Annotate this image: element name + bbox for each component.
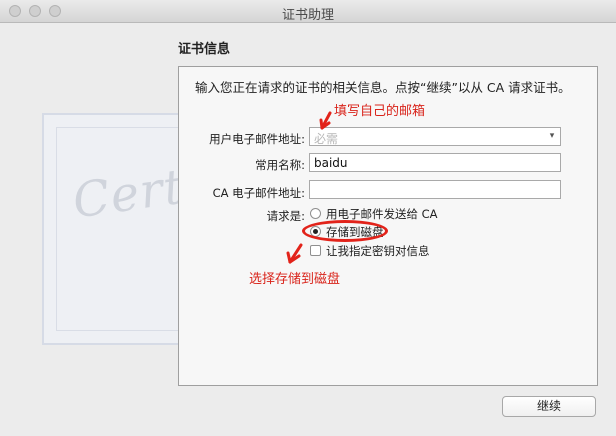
annotation-fill-email: 填写自己的邮箱 (334, 104, 426, 119)
intro-text: 输入您正在请求的证书的相关信息。点按“继续”以从 CA 请求证书。 (195, 80, 571, 95)
title-bar: 证书助理 (0, 0, 616, 23)
window-title: 证书助理 (281, 8, 334, 23)
chevron-down-icon[interactable]: ▾ (544, 128, 560, 145)
email-placeholder: 必需 (314, 132, 339, 146)
ca-email-field[interactable] (309, 180, 561, 199)
common-name-label: 常用名称: (255, 158, 305, 172)
highlight-oval (302, 220, 388, 242)
section-title: 证书信息 (178, 42, 231, 57)
checkbox-keypair[interactable] (310, 245, 321, 256)
ca-email-label: CA 电子邮件地址: (212, 186, 305, 200)
request-label: 请求是: (266, 209, 305, 223)
annotation-choose-disk: 选择存储到磁盘 (249, 272, 341, 287)
continue-button[interactable]: 继续 (502, 396, 596, 417)
radio-email-ca[interactable] (310, 208, 321, 219)
email-label: 用户电子邮件地址: (209, 132, 305, 146)
common-name-field[interactable]: baidu (309, 153, 561, 172)
option-keypair-label[interactable]: 让我指定密钥对信息 (326, 243, 430, 259)
email-combo-field[interactable]: 必需 ▾ (309, 127, 561, 146)
